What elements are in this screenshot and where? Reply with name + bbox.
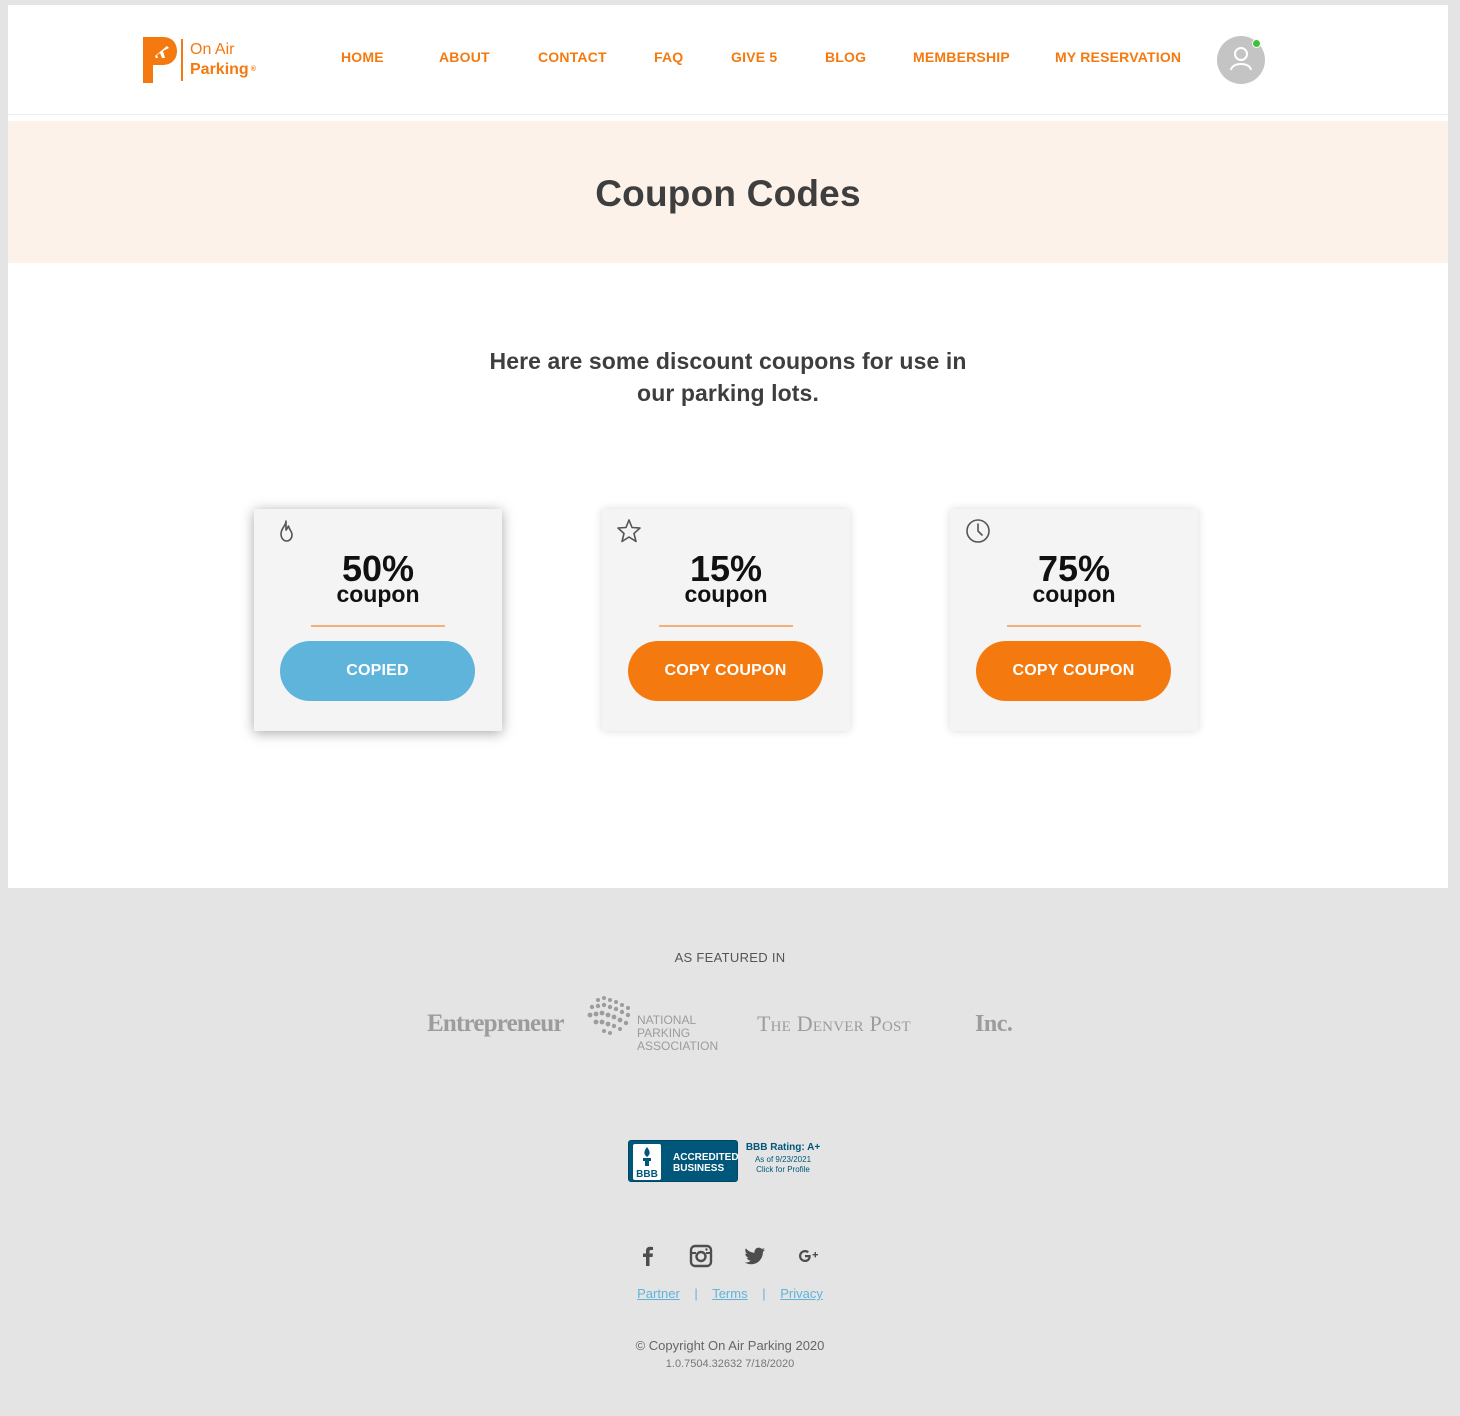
- nav-blog[interactable]: BLOG: [825, 49, 866, 65]
- star-icon: [617, 519, 641, 543]
- user-icon: [1230, 47, 1252, 71]
- site-header: On Air Parking ® HOME ABOUT CONTACT FAQ G…: [8, 5, 1448, 115]
- bbb-accredited-text: ACCREDITED BUSINESS: [673, 1152, 739, 1174]
- bbb-rating: BBB Rating: A+: [745, 1142, 821, 1153]
- nav-about[interactable]: ABOUT: [439, 49, 490, 65]
- version-text: 1.0.7504.32632 7/18/2020: [665, 1358, 795, 1370]
- logo-reg-mark: ®: [250, 66, 256, 73]
- logo-text: On Air Parking ®: [190, 40, 256, 80]
- bbb-click-profile: Click for Profile: [756, 1165, 810, 1174]
- bbb-seal: BBB ACCREDITED BUSINESS: [628, 1140, 739, 1182]
- site-logo[interactable]: On Air Parking ®: [143, 35, 273, 85]
- bbb-info: BBB Rating: A+ As of 9/23/2021 Click for…: [740, 1142, 826, 1174]
- nav-give-5[interactable]: GIVE 5: [731, 49, 777, 65]
- clock-icon: [966, 519, 990, 543]
- inc-logo: Inc.: [975, 1011, 1013, 1037]
- coupon-label: coupon: [1032, 581, 1116, 607]
- copy-coupon-button[interactable]: COPY COUPON: [628, 641, 823, 701]
- copy-coupon-button[interactable]: COPY COUPON: [976, 641, 1171, 701]
- intro-text: Here are some discount coupons for use i…: [478, 345, 978, 409]
- bbb-as-of: As of 9/23/2021: [754, 1155, 812, 1164]
- intro-line-1: Here are some discount coupons for use i…: [489, 348, 967, 374]
- coupon-card-15: 15% coupon COPY COUPON: [602, 509, 850, 731]
- nav-home[interactable]: HOME: [341, 49, 384, 65]
- page-frame: On Air Parking ® HOME ABOUT CONTACT FAQ G…: [8, 5, 1448, 888]
- coupon-divider: [1007, 625, 1141, 627]
- entrepreneur-logo: Entrepreneur: [427, 1010, 565, 1037]
- facebook-icon[interactable]: [636, 1244, 660, 1268]
- nav-my-reservation[interactable]: MY RESERVATION: [1055, 49, 1181, 65]
- flame-icon: [280, 520, 293, 542]
- privacy-link[interactable]: Privacy: [780, 1286, 823, 1301]
- coupon-divider: [659, 625, 793, 627]
- copyright-text: © Copyright On Air Parking 2020: [635, 1338, 825, 1353]
- bbb-mini-text: BBB: [636, 1169, 658, 1180]
- nav-contact[interactable]: CONTACT: [538, 49, 607, 65]
- logo-line-2-text: Parking: [190, 61, 249, 78]
- terms-link[interactable]: Terms: [712, 1286, 747, 1301]
- coupon-label: coupon: [684, 581, 768, 607]
- featured-title: AS FEATURED IN: [674, 950, 786, 965]
- npa-dots-icon: [587, 996, 631, 1035]
- bbb-torch-icon: BBB: [633, 1144, 661, 1180]
- coupon-card-50: 50% coupon COPIED: [254, 509, 502, 731]
- logo-line-1: On Air: [190, 41, 235, 58]
- parking-logo-icon: [143, 37, 177, 83]
- footer-links: Partner | Terms | Privacy: [0, 1286, 1460, 1301]
- link-separator: |: [762, 1286, 766, 1301]
- intro-line-2: our parking lots.: [637, 380, 819, 406]
- coupon-divider: [311, 625, 445, 627]
- npa-line-3: ASSOCIATION: [637, 1039, 719, 1053]
- link-separator: |: [694, 1286, 698, 1301]
- coupon-label: coupon: [336, 581, 420, 607]
- twitter-icon[interactable]: [743, 1244, 767, 1268]
- page-title: Coupon Codes: [595, 173, 861, 214]
- nav-membership[interactable]: MEMBERSHIP: [913, 49, 1010, 65]
- npa-logo: NATIONAL PARKING ASSOCIATION: [586, 994, 726, 1054]
- copied-button[interactable]: COPIED: [280, 641, 475, 701]
- google-plus-icon[interactable]: [797, 1244, 821, 1268]
- bbb-badge[interactable]: BBB ACCREDITED BUSINESS BBB Rating: A+ A…: [628, 1140, 824, 1182]
- page-banner: Coupon Codes: [8, 121, 1448, 263]
- partner-link[interactable]: Partner: [637, 1286, 680, 1301]
- coupon-card-75: 75% coupon COPY COUPON: [950, 509, 1198, 731]
- bbb-accredited-line-2: BUSINESS: [673, 1163, 725, 1174]
- nav-faq[interactable]: FAQ: [654, 49, 683, 65]
- npa-text: NATIONAL PARKING ASSOCIATION: [637, 1014, 718, 1053]
- logo-line-2: Parking ®: [190, 60, 256, 80]
- torch-flame-icon: [643, 1147, 651, 1166]
- bbb-accredited-line-1: ACCREDITED: [673, 1152, 739, 1163]
- logo-divider: [181, 39, 183, 81]
- instagram-icon[interactable]: [689, 1244, 713, 1268]
- online-status-dot: [1252, 39, 1261, 48]
- denver-post-logo: The Denver Post: [757, 1011, 911, 1036]
